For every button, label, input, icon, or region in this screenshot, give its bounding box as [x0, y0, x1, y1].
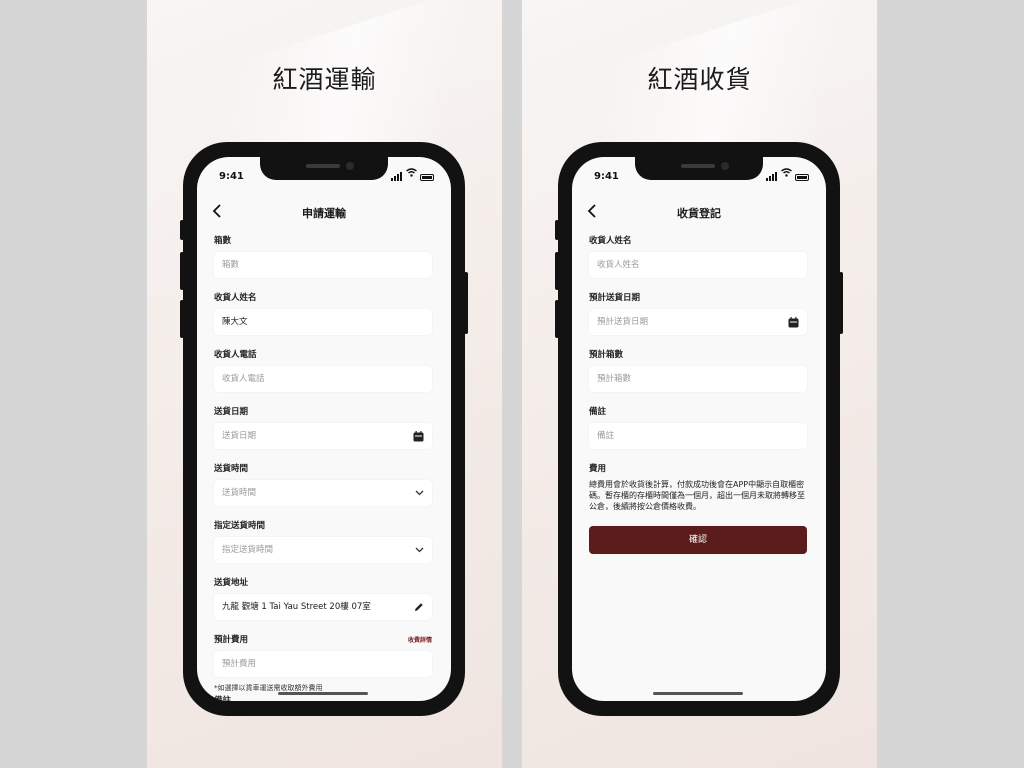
phone-screen: 9:41 申請運輸 箱數 箱數 收貨人姓名 陳大文 收貨人電話 收貨人電話 送貨… — [197, 157, 451, 701]
address-value: 九龍 觀塘 1 Tai Yau Street 20樓 07室 — [222, 602, 371, 612]
battery-icon — [795, 174, 809, 181]
home-indicator — [653, 692, 743, 695]
expected-date-placeholder: 預計送貨日期 — [597, 317, 649, 327]
recipient-name-label: 收貨人姓名 — [589, 236, 632, 246]
boxes-input[interactable]: 箱數 — [214, 252, 432, 278]
expected-boxes-input[interactable]: 預計箱數 — [589, 366, 807, 392]
silent-switch — [180, 220, 184, 240]
speaker — [681, 164, 715, 168]
fee-description: 總費用會於收貨後計算，付款成功後會在APP中顯示自取櫃密碼。暫存櫃的存櫃時間僅為… — [589, 480, 805, 511]
calendar-icon[interactable] — [413, 423, 424, 449]
power-button — [464, 272, 468, 334]
receipt-form: 收貨人姓名 收貨人姓名 預計送貨日期 預計送貨日期 預計箱數 預計箱數 備註 備… — [589, 235, 807, 554]
delivery-time-label: 送貨時間 — [214, 464, 249, 474]
estimated-fee-label: 預計費用 收費詳情 — [214, 634, 432, 647]
panel-title: 紅酒運輸 — [272, 65, 377, 94]
power-button — [839, 272, 843, 334]
notch — [260, 157, 388, 180]
silent-switch — [555, 220, 559, 240]
nav-title: 申請運輸 — [302, 207, 346, 220]
wifi-icon — [781, 162, 792, 181]
status-time: 9:41 — [594, 171, 619, 182]
right-panel: 紅酒收貨 9:41 收貨登記 收貨人姓名 收貨人姓名 預計送貨日期 預計送貨日期… — [522, 0, 877, 768]
transport-form: 箱數 箱數 收貨人姓名 陳大文 收貨人電話 收貨人電話 送貨日期 送貨日期 送貨… — [214, 235, 432, 701]
status-time: 9:41 — [219, 171, 244, 182]
remarks-input[interactable]: 備註 — [589, 423, 807, 449]
remarks-label: 備註 — [214, 696, 232, 701]
expected-date-input[interactable]: 預計送貨日期 — [589, 309, 807, 335]
panel-title: 紅酒收貨 — [647, 65, 752, 94]
phone-frame: 9:41 收貨登記 收貨人姓名 收貨人姓名 預計送貨日期 預計送貨日期 預計箱數… — [555, 142, 843, 716]
speaker — [306, 164, 340, 168]
phone-screen: 9:41 收貨登記 收貨人姓名 收貨人姓名 預計送貨日期 預計送貨日期 預計箱數… — [572, 157, 826, 701]
battery-icon — [420, 174, 434, 181]
home-indicator — [278, 692, 368, 695]
volume-down-button — [180, 300, 184, 338]
wifi-icon — [406, 162, 417, 181]
expected-boxes-label: 預計箱數 — [589, 350, 624, 360]
fee-label: 費用 — [589, 464, 607, 474]
recipient-name-label: 收貨人姓名 — [214, 293, 257, 303]
boxes-label: 箱數 — [214, 236, 232, 246]
left-panel: 紅酒運輸 9:41 申請運輸 箱數 箱數 收貨人姓名 陳大文 收貨人電話 收貨人… — [147, 0, 502, 768]
recipient-name-input[interactable]: 收貨人姓名 — [589, 252, 807, 278]
specified-time-select[interactable]: 指定送貨時間 — [214, 537, 432, 563]
calendar-icon[interactable] — [788, 309, 799, 335]
specified-time-placeholder: 指定送貨時間 — [222, 545, 274, 555]
camera — [346, 162, 354, 170]
recipient-phone-label: 收貨人電話 — [214, 350, 257, 360]
confirm-button[interactable]: 確認 — [589, 526, 807, 554]
expected-date-label: 預計送貨日期 — [589, 293, 641, 303]
phone-frame: 9:41 申請運輸 箱數 箱數 收貨人姓名 陳大文 收貨人電話 收貨人電話 送貨… — [180, 142, 468, 716]
address-input[interactable]: 九龍 觀塘 1 Tai Yau Street 20樓 07室 — [214, 594, 432, 620]
notch — [635, 157, 763, 180]
chevron-down-icon — [415, 480, 424, 506]
fee-details-link[interactable]: 收費詳情 — [408, 634, 432, 647]
estimated-fee-label-text: 預計費用 — [214, 635, 249, 645]
remarks-label: 備註 — [589, 407, 607, 417]
signal-icon — [391, 162, 403, 181]
chevron-down-icon — [415, 537, 424, 563]
specified-time-label: 指定送貨時間 — [214, 521, 266, 531]
recipient-phone-input[interactable]: 收貨人電話 — [214, 366, 432, 392]
nav-title: 收貨登記 — [677, 207, 721, 220]
delivery-date-placeholder: 送貨日期 — [222, 431, 257, 441]
recipient-name-input[interactable]: 陳大文 — [214, 309, 432, 335]
address-label: 送貨地址 — [214, 578, 249, 588]
delivery-time-select[interactable]: 送貨時間 — [214, 480, 432, 506]
volume-up-button — [555, 252, 559, 290]
camera — [721, 162, 729, 170]
volume-up-button — [180, 252, 184, 290]
status-icons — [391, 168, 434, 181]
edit-icon[interactable] — [414, 594, 424, 620]
estimated-fee-input[interactable]: 預計費用 — [214, 651, 432, 677]
volume-down-button — [555, 300, 559, 338]
delivery-time-placeholder: 送貨時間 — [222, 488, 257, 498]
delivery-date-input[interactable]: 送貨日期 — [214, 423, 432, 449]
status-icons — [766, 168, 809, 181]
delivery-date-label: 送貨日期 — [214, 407, 249, 417]
signal-icon — [766, 162, 778, 181]
